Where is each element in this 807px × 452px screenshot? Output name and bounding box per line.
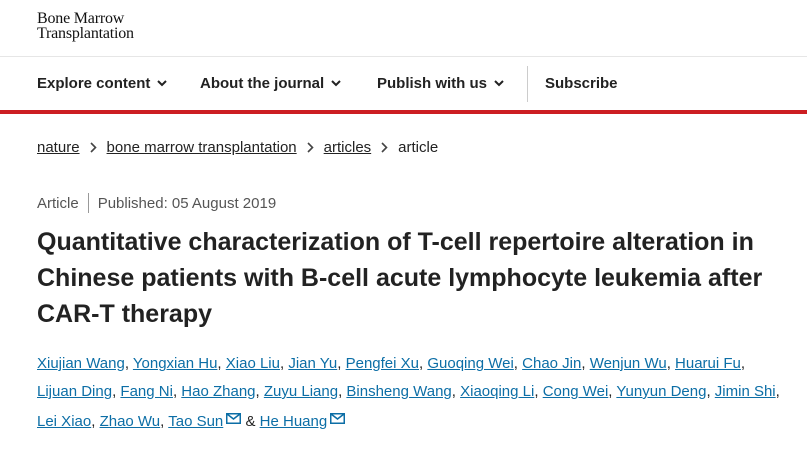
journal-logo[interactable]: Bone Marrow Transplantation [37, 10, 134, 42]
published-date: Published: 05 August 2019 [97, 194, 277, 212]
author-link[interactable]: Binsheng Wang [346, 383, 451, 400]
article-title: Quantitative characterization of T-cell … [37, 228, 763, 328]
author-link[interactable]: Pengfei Xu [346, 355, 419, 372]
nav-about-journal[interactable]: About the journal [200, 63, 341, 104]
meta-divider [87, 193, 89, 213]
author-link[interactable]: Xiao Liu [226, 355, 280, 372]
breadcrumb: nature bone marrow transplantation artic… [37, 136, 438, 158]
author-link[interactable]: Huarui Fu [675, 355, 741, 372]
author-link[interactable]: Fang Ni [120, 383, 173, 400]
author-link[interactable]: Hao Zhang [181, 383, 255, 400]
author-link[interactable]: Tao Sun [168, 413, 223, 430]
logo-line-1: Bone Marrow [37, 10, 125, 27]
breadcrumb-current: article [398, 138, 439, 156]
main-nav: Explore content About the journal Publis… [0, 63, 807, 104]
chevron-down-icon [157, 80, 168, 87]
chevron-down-icon [331, 80, 341, 87]
author-link[interactable]: Lijuan Ding [37, 383, 112, 400]
subscribe-label: Subscribe [545, 75, 618, 92]
mail-icon[interactable] [226, 406, 242, 434]
author-link[interactable]: Yunyun Deng [616, 383, 706, 400]
article-type: Article [37, 194, 79, 212]
author-link[interactable]: Guoqing Wei [427, 355, 513, 372]
chevron-right-icon [307, 141, 314, 153]
nav-publish-with-us[interactable]: Publish with us [377, 63, 504, 104]
logo-line-2: Transplantation [37, 25, 134, 42]
author-link[interactable]: Xiaoqing Li [460, 383, 534, 400]
breadcrumb-nature[interactable]: nature [37, 139, 80, 156]
nav-label: About the journal [200, 75, 325, 92]
nav-explore-content[interactable]: Explore content [37, 63, 168, 104]
nav-label: Explore content [37, 75, 151, 92]
nav-label: Publish with us [377, 75, 488, 92]
author-link[interactable]: He Huang [260, 413, 328, 430]
chevron-right-icon [89, 141, 97, 153]
author-link[interactable]: Lei Xiao [37, 413, 91, 430]
author-link[interactable]: Zuyu Liang [264, 383, 338, 400]
chevron-down-icon [494, 80, 504, 87]
chevron-right-icon [381, 141, 388, 153]
author-link[interactable]: Jimin Shi [715, 383, 776, 400]
author-link[interactable]: Jian Yu [288, 355, 337, 372]
accent-bar [0, 110, 807, 114]
article-meta: Article Published: 05 August 2019 [37, 192, 276, 214]
breadcrumb-journal[interactable]: bone marrow transplantation [107, 139, 297, 156]
nav-separator [527, 66, 528, 102]
author-link[interactable]: Chao Jin [522, 355, 581, 372]
author-link[interactable]: Xiujian Wang [37, 355, 125, 372]
author-link[interactable]: Zhao Wu [100, 413, 161, 430]
breadcrumb-articles[interactable]: articles [324, 139, 372, 156]
header-divider [0, 56, 807, 57]
author-conjunction: & [245, 413, 256, 430]
nav-subscribe[interactable]: Subscribe [545, 63, 618, 104]
author-list: Xiujian Wang, Yongxian Hu, Xiao Liu, Jia… [37, 350, 789, 436]
author-link[interactable]: Cong Wei [543, 383, 609, 400]
author-link[interactable]: Yongxian Hu [133, 355, 218, 372]
mail-icon[interactable] [330, 406, 346, 434]
author-link[interactable]: Wenjun Wu [590, 355, 667, 372]
